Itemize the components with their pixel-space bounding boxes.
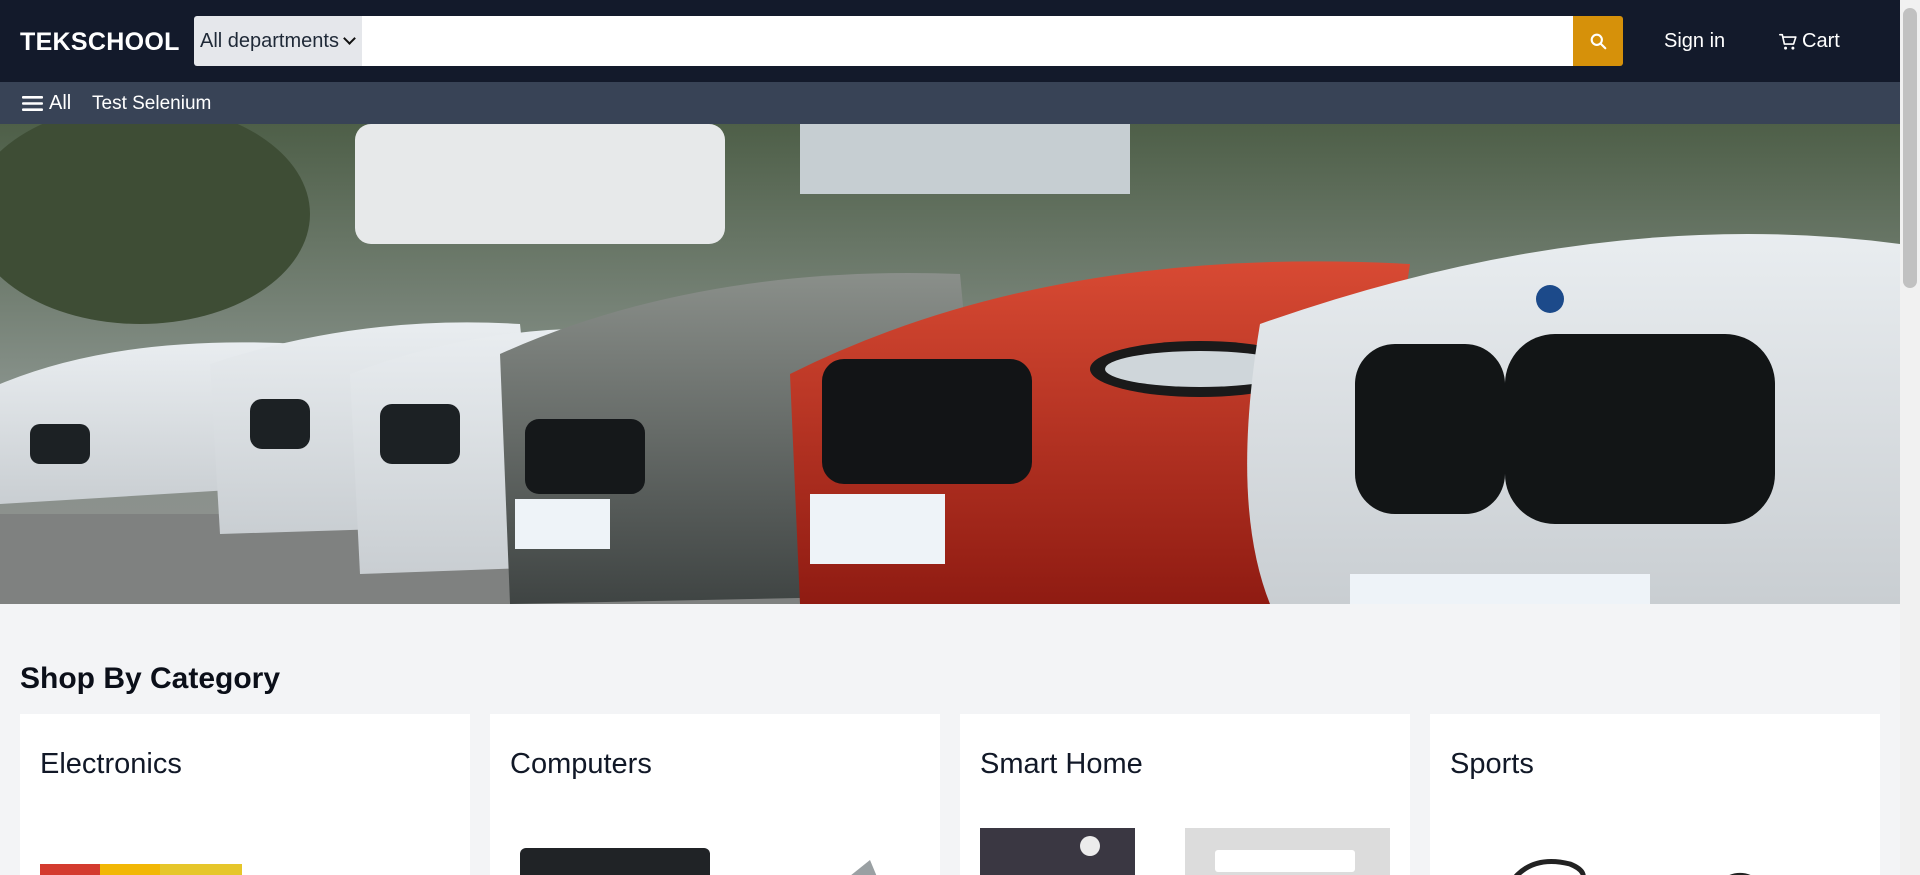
sports-image <box>1513 859 1751 875</box>
search-button[interactable] <box>1573 16 1623 66</box>
search-input[interactable] <box>362 16 1573 66</box>
top-header: TEKSCHOOL All departments Sign in Cart <box>0 0 1900 82</box>
all-menu-button[interactable]: All <box>22 92 71 115</box>
category-title: Smart Home <box>980 748 1143 780</box>
hero-image-cars <box>0 124 1900 604</box>
category-title: Computers <box>510 748 652 780</box>
department-select[interactable]: All departments <box>194 16 362 66</box>
search-icon <box>1590 33 1606 49</box>
cart-icon <box>1779 33 1797 50</box>
all-menu-label: All <box>49 92 72 114</box>
logo[interactable]: TEKSCHOOL <box>20 28 180 57</box>
cart-label: Cart <box>1802 30 1840 52</box>
category-card-computers[interactable]: Computers <box>490 714 940 875</box>
hero-banner <box>0 124 1900 604</box>
computers-image <box>520 848 877 875</box>
sign-in-link[interactable]: Sign in <box>1664 30 1725 53</box>
department-select-label: All departments <box>200 29 339 52</box>
cart-link[interactable]: Cart <box>1778 30 1840 53</box>
category-card-sports[interactable]: Sports <box>1430 714 1880 875</box>
menu-icon <box>22 96 43 111</box>
category-card-electronics[interactable]: Electronics <box>20 714 470 875</box>
category-title: Electronics <box>40 748 182 780</box>
category-card-smart-home[interactable]: Smart Home <box>960 714 1410 875</box>
chevron-down-icon <box>343 32 356 45</box>
smart-home-image <box>980 828 1390 875</box>
sub-nav: All Test Selenium <box>0 82 1900 124</box>
section-title: Shop By Category <box>20 662 281 695</box>
scrollbar-thumb[interactable] <box>1903 8 1917 288</box>
category-title: Sports <box>1450 748 1534 780</box>
nav-link-test-selenium[interactable]: Test Selenium <box>92 93 211 115</box>
page-scrollbar[interactable] <box>1900 0 1920 875</box>
electronics-image <box>40 864 242 875</box>
